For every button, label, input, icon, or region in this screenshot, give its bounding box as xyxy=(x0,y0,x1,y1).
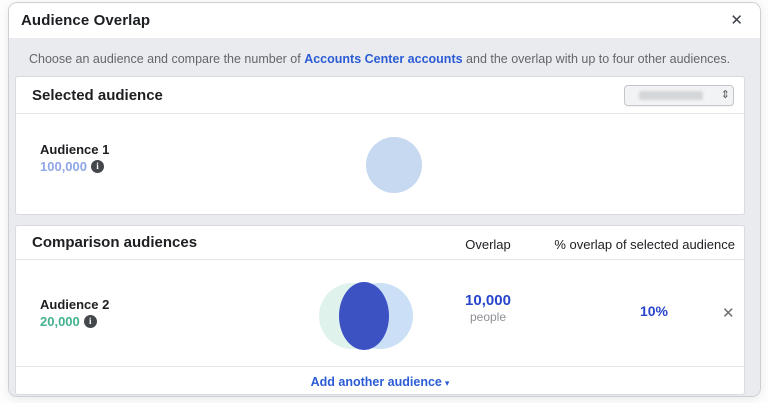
audience-1-circle xyxy=(366,137,422,193)
accounts-center-link[interactable]: Accounts Center accounts xyxy=(304,52,462,66)
selected-audience-card: Selected audience ⇕ Audience 1 100,000 i xyxy=(15,76,745,215)
comparison-title: Comparison audiences xyxy=(32,234,197,251)
info-icon[interactable]: i xyxy=(91,160,104,173)
audience-2-block: Audience 2 20,000 i xyxy=(40,297,109,330)
description-text-before: Choose an audience and compare the numbe… xyxy=(29,52,304,66)
close-icon[interactable]: ✕ xyxy=(728,11,745,30)
audience-2-count-value: 20,000 xyxy=(40,313,80,330)
comparison-row-audience-2: Audience 2 20,000 i 10,000 people 10% ✕ xyxy=(16,260,744,366)
remove-audience-icon[interactable]: ✕ xyxy=(722,306,735,321)
overlap-count: 10,000 xyxy=(423,292,553,310)
selected-audience-header: Selected audience ⇕ xyxy=(16,77,744,114)
venn-overlap-lens xyxy=(339,282,389,350)
dialog-body: Choose an audience and compare the numbe… xyxy=(9,38,760,397)
audience-select-redacted-value xyxy=(639,91,703,100)
selected-audience-row: Audience 1 100,000 i xyxy=(16,114,744,214)
description-text-after: and the overlap with up to four other au… xyxy=(463,52,731,66)
percent-column-header: % overlap of selected audience xyxy=(554,237,735,252)
comparison-audiences-card: Comparison audiences Overlap % overlap o… xyxy=(15,225,745,395)
comparison-footer: Add another audience▾ xyxy=(16,366,744,396)
overlap-value-block: 10,000 people xyxy=(423,292,553,325)
audience-1-block: Audience 1 100,000 i xyxy=(40,142,109,175)
add-another-audience-button[interactable]: Add another audience▾ xyxy=(311,375,450,389)
audience-overlap-dialog: Audience Overlap ✕ Choose an audience an… xyxy=(8,2,761,397)
overlap-unit: people xyxy=(423,310,553,325)
selected-audience-title: Selected audience xyxy=(32,87,163,104)
dialog-header: Audience Overlap ✕ xyxy=(9,3,760,38)
info-icon[interactable]: i xyxy=(84,315,97,328)
audience-select[interactable]: ⇕ xyxy=(624,85,734,106)
audience-1-label: Audience 1 xyxy=(40,142,109,158)
dialog-title: Audience Overlap xyxy=(21,12,150,29)
audience-2-label: Audience 2 xyxy=(40,297,109,313)
audience-2-count: 20,000 i xyxy=(40,313,109,330)
comparison-header-row: Comparison audiences Overlap % overlap o… xyxy=(16,226,744,260)
add-another-audience-label: Add another audience xyxy=(311,375,442,389)
audience-1-count-value: 100,000 xyxy=(40,158,87,175)
overlap-percent: 10% xyxy=(594,303,714,319)
description-banner: Choose an audience and compare the numbe… xyxy=(15,44,745,76)
screen: Audience Overlap ✕ Choose an audience an… xyxy=(0,0,768,403)
audience-1-count: 100,000 i xyxy=(40,158,109,175)
overlap-column-header: Overlap xyxy=(423,237,553,252)
updown-arrows-icon: ⇕ xyxy=(721,88,730,101)
chevron-down-icon: ▾ xyxy=(445,378,450,388)
